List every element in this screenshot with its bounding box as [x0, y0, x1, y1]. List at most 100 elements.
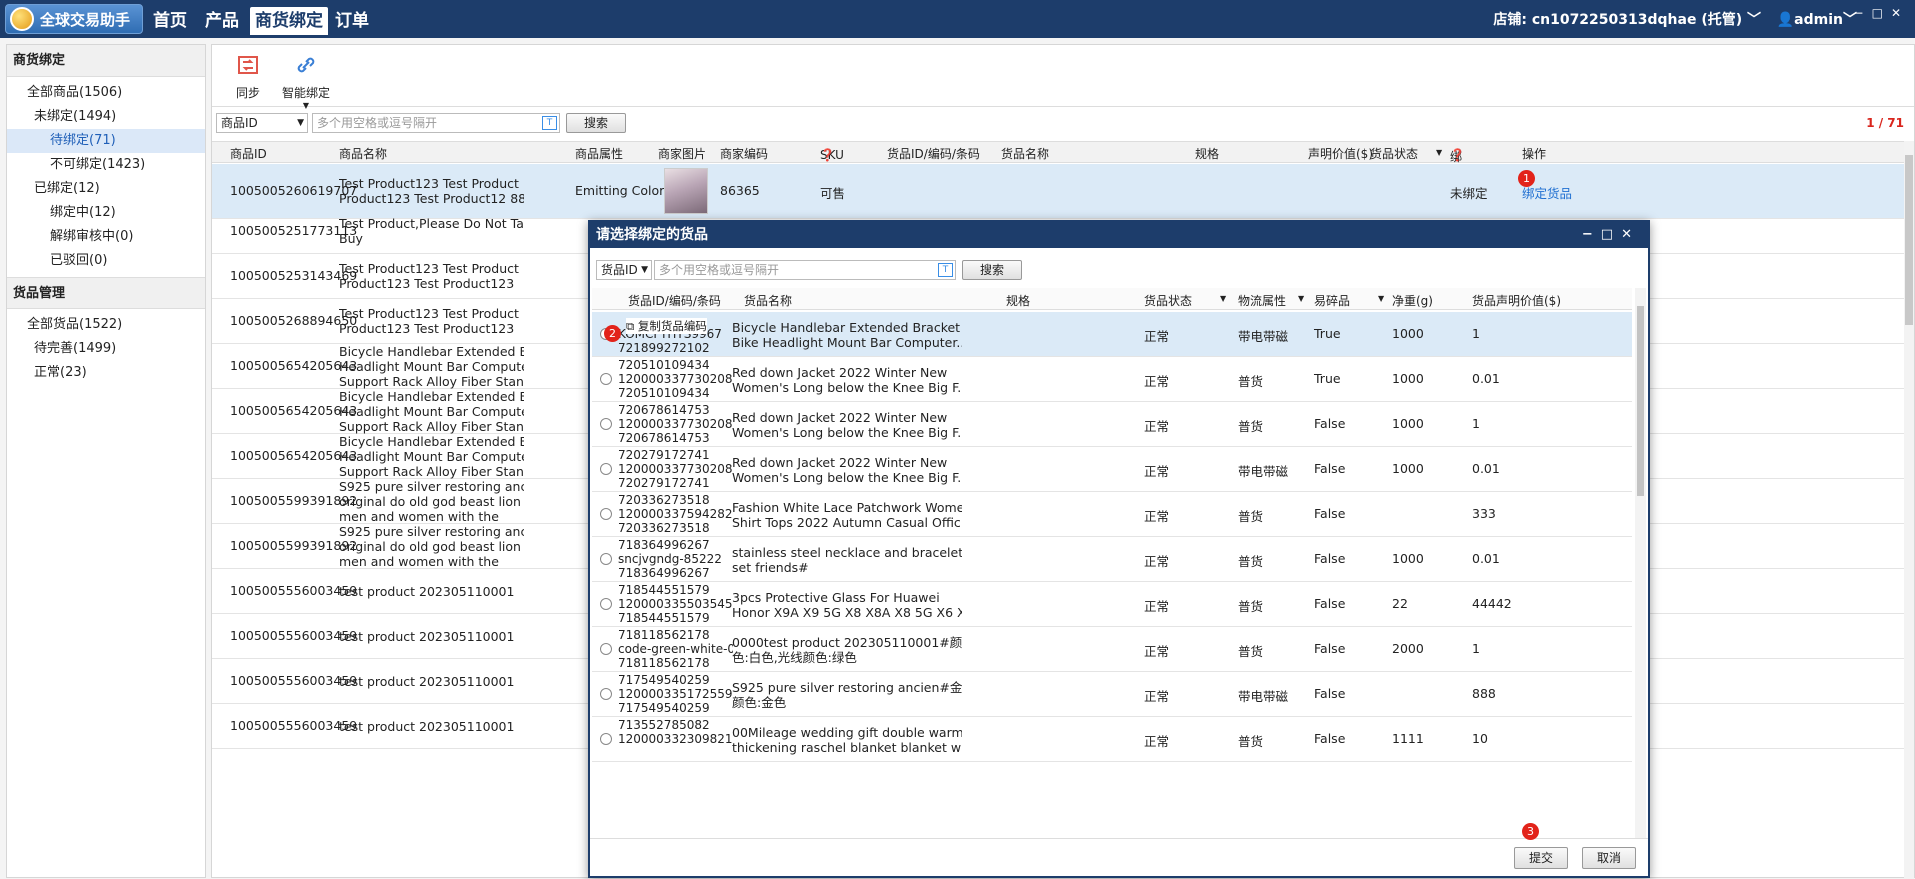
close-icon[interactable]: ✕ — [1621, 227, 1640, 242]
smart-bind-button[interactable]: 智能绑定 ▼ — [278, 53, 334, 110]
dialog-search-field-select[interactable]: 货品ID ▼ — [596, 260, 652, 280]
caret-down-icon[interactable]: ▼ — [1298, 294, 1304, 303]
goods-radio[interactable] — [600, 463, 612, 475]
app-logo[interactable]: 全球交易助手 — [5, 4, 143, 34]
goods-id-line: 718118562178 — [618, 656, 710, 670]
goods-radio[interactable] — [600, 373, 612, 385]
product-name-line: test product 202305110001 — [339, 718, 515, 734]
cell-product-name: Test Product123 Test Product 123TestProd… — [339, 176, 524, 206]
product-name-line: Headlight Mount Bar Computer Holde — [339, 358, 524, 374]
nav-goods-binding[interactable]: 商货绑定 — [250, 7, 328, 35]
cancel-button[interactable]: 取消 — [1582, 847, 1636, 869]
caret-down-icon[interactable]: ▼ — [1436, 148, 1442, 157]
goods-radio[interactable] — [600, 418, 612, 430]
goods-row[interactable]: 7206786147531200003377302088672067861475… — [592, 402, 1632, 447]
caret-down-icon[interactable]: ▼ — [1220, 294, 1226, 303]
th-product-attr: 商品属性 — [575, 147, 624, 161]
goods-row[interactable]: 7135527850821200003323098215200Mileage w… — [592, 717, 1632, 762]
sidebar-item-normal[interactable]: 正常(23) — [7, 361, 205, 385]
goods-name-line: 00Mileage wedding gift double warm — [732, 725, 962, 740]
sync-button[interactable]: 同步 — [230, 53, 266, 101]
user-menu[interactable]: 👤admin﹀ — [1777, 9, 1857, 29]
search-button[interactable]: 搜索 — [566, 113, 626, 133]
cell-goods-name: Red down Jacket 2022 Winter New Women's L… — [732, 410, 962, 440]
sidebar-item-unbind-review[interactable]: 解绑审核中(0) — [7, 225, 205, 249]
goods-radio[interactable] — [600, 643, 612, 655]
goods-name-line: Women's Long below the Knee Big F... — [732, 425, 962, 440]
sidebar-item-all-products[interactable]: 全部商品(1506) — [7, 81, 205, 105]
goods-id-line: 720336273518 — [618, 521, 710, 535]
goods-row[interactable]: 7175495402591200003351725598871754954025… — [592, 672, 1632, 717]
th-merchant-code: 商家编码 — [720, 147, 769, 161]
cell-fragile: False — [1314, 731, 1346, 746]
cell-fragile: True — [1314, 326, 1341, 341]
main-scrollbar-thumb[interactable] — [1905, 155, 1913, 325]
minimize-icon[interactable]: − — [1582, 227, 1601, 242]
goods-row[interactable]: 7202791727411200003377302088572027917274… — [592, 447, 1632, 492]
sidebar-section-goods: 货品管理 — [7, 277, 205, 309]
merchant-image[interactable] — [664, 168, 708, 214]
cell-goods-name: Bicycle Handlebar Extended Bracket Bike H… — [732, 320, 962, 350]
main-scrollbar[interactable] — [1904, 141, 1914, 879]
product-name-line: test product 202305110001 — [339, 628, 515, 644]
goods-name-line: 3pcs Protective Glass For Huawei — [732, 590, 940, 605]
nav-orders[interactable]: 订单 — [330, 7, 374, 35]
sidebar-item-unbound[interactable]: 未绑定(1494) — [7, 105, 205, 129]
submit-button[interactable]: 提交 — [1514, 847, 1568, 869]
sidebar-item-pending-bind[interactable]: 待绑定(71) — [7, 129, 205, 153]
cell-goods-state: 正常 — [1144, 734, 1170, 749]
maximize-icon[interactable]: □ — [1601, 227, 1621, 242]
goods-radio[interactable] — [600, 598, 612, 610]
copy-code-tooltip[interactable]: ⧉ 复制货品编码 — [626, 318, 707, 334]
goods-row[interactable]: 7185445515791200003355035450871854455157… — [592, 582, 1632, 627]
cell-goods-state: 正常 — [1144, 554, 1170, 569]
nav-products[interactable]: 产品 — [200, 7, 244, 35]
goods-name-line: 颜色:金色 — [732, 695, 787, 710]
sidebar-item-unbindable[interactable]: 不可绑定(1423) — [7, 153, 205, 177]
goods-radio[interactable] — [600, 733, 612, 745]
cell-product-name: Bicycle Handlebar Extended Bracket BiHea… — [339, 434, 524, 479]
sidebar-item-rejected[interactable]: 已驳回(0) — [7, 249, 205, 273]
cell-declared-value: 0.01 — [1472, 371, 1500, 386]
dialog-scrollbar-thumb[interactable] — [1637, 306, 1644, 496]
goods-row[interactable]: 7205101094341200003377302088772051010943… — [592, 357, 1632, 402]
minimize-icon[interactable]: − — [1854, 6, 1872, 20]
dialog-search-input[interactable]: 多个用空格或逗号隔开 T — [654, 260, 956, 280]
product-name-line: original do old god beast lion pendan — [339, 538, 524, 554]
cell-logistics: 普货 — [1238, 374, 1264, 389]
sidebar-item-bound[interactable]: 已绑定(12) — [7, 177, 205, 201]
goods-radio[interactable] — [600, 508, 612, 520]
goods-id-line: 721899272102 — [618, 341, 710, 355]
sidebar-item-all-goods[interactable]: 全部货品(1522) — [7, 313, 205, 337]
sidebar-item-to-improve[interactable]: 待完善(1499) — [7, 337, 205, 361]
search-input[interactable]: 多个用空格或逗号隔开 T — [312, 113, 560, 133]
cell-goods-state: 正常 — [1144, 689, 1170, 704]
search-field-select[interactable]: 商品ID ▼ — [216, 113, 308, 133]
goods-row[interactable]: 7203362735181200003375942829072033627351… — [592, 492, 1632, 537]
goods-radio[interactable] — [600, 553, 612, 565]
cell-sku-status: 可售 — [820, 186, 846, 201]
dth-goods-name: 货品名称 — [744, 294, 793, 308]
text-icon[interactable]: T — [542, 116, 557, 130]
sidebar-item-binding[interactable]: 绑定中(12) — [7, 201, 205, 225]
dialog-scrollbar[interactable] — [1635, 288, 1646, 838]
store-selector[interactable]: 店铺: cn1072250313dqhae (托管) ﹀ — [1493, 9, 1761, 29]
nav-home[interactable]: 首页 — [148, 7, 192, 35]
cell-fragile: False — [1314, 641, 1346, 656]
cell-declared-value: 0.01 — [1472, 551, 1500, 566]
cell-goods-state: 正常 — [1144, 599, 1170, 614]
dialog-search-button[interactable]: 搜索 — [962, 260, 1022, 280]
th-merchant-image: 商家图片 — [658, 147, 707, 161]
goods-name-line: 0000test product 202305110001#颜 — [732, 635, 962, 650]
close-icon[interactable]: ✕ — [1891, 6, 1909, 20]
goods-row[interactable]: 718118562178code-green-white-00471811856… — [592, 627, 1632, 672]
toolbar: 同步 智能绑定 ▼ — [212, 45, 1914, 110]
goods-radio[interactable] — [600, 688, 612, 700]
product-name-line: Headlight Mount Bar Computer Holde — [339, 448, 524, 464]
goods-id-line — [618, 746, 733, 760]
maximize-icon[interactable]: □ — [1872, 6, 1891, 20]
text-icon[interactable]: T — [938, 263, 953, 277]
goods-row[interactable]: KOMCFTHTS9967 721899272102 Bicycle Handleb… — [592, 312, 1632, 357]
caret-down-icon[interactable]: ▼ — [1378, 294, 1384, 303]
goods-row[interactable]: 718364996267 sncjvgndg-85222 718364996267 s… — [592, 537, 1632, 582]
